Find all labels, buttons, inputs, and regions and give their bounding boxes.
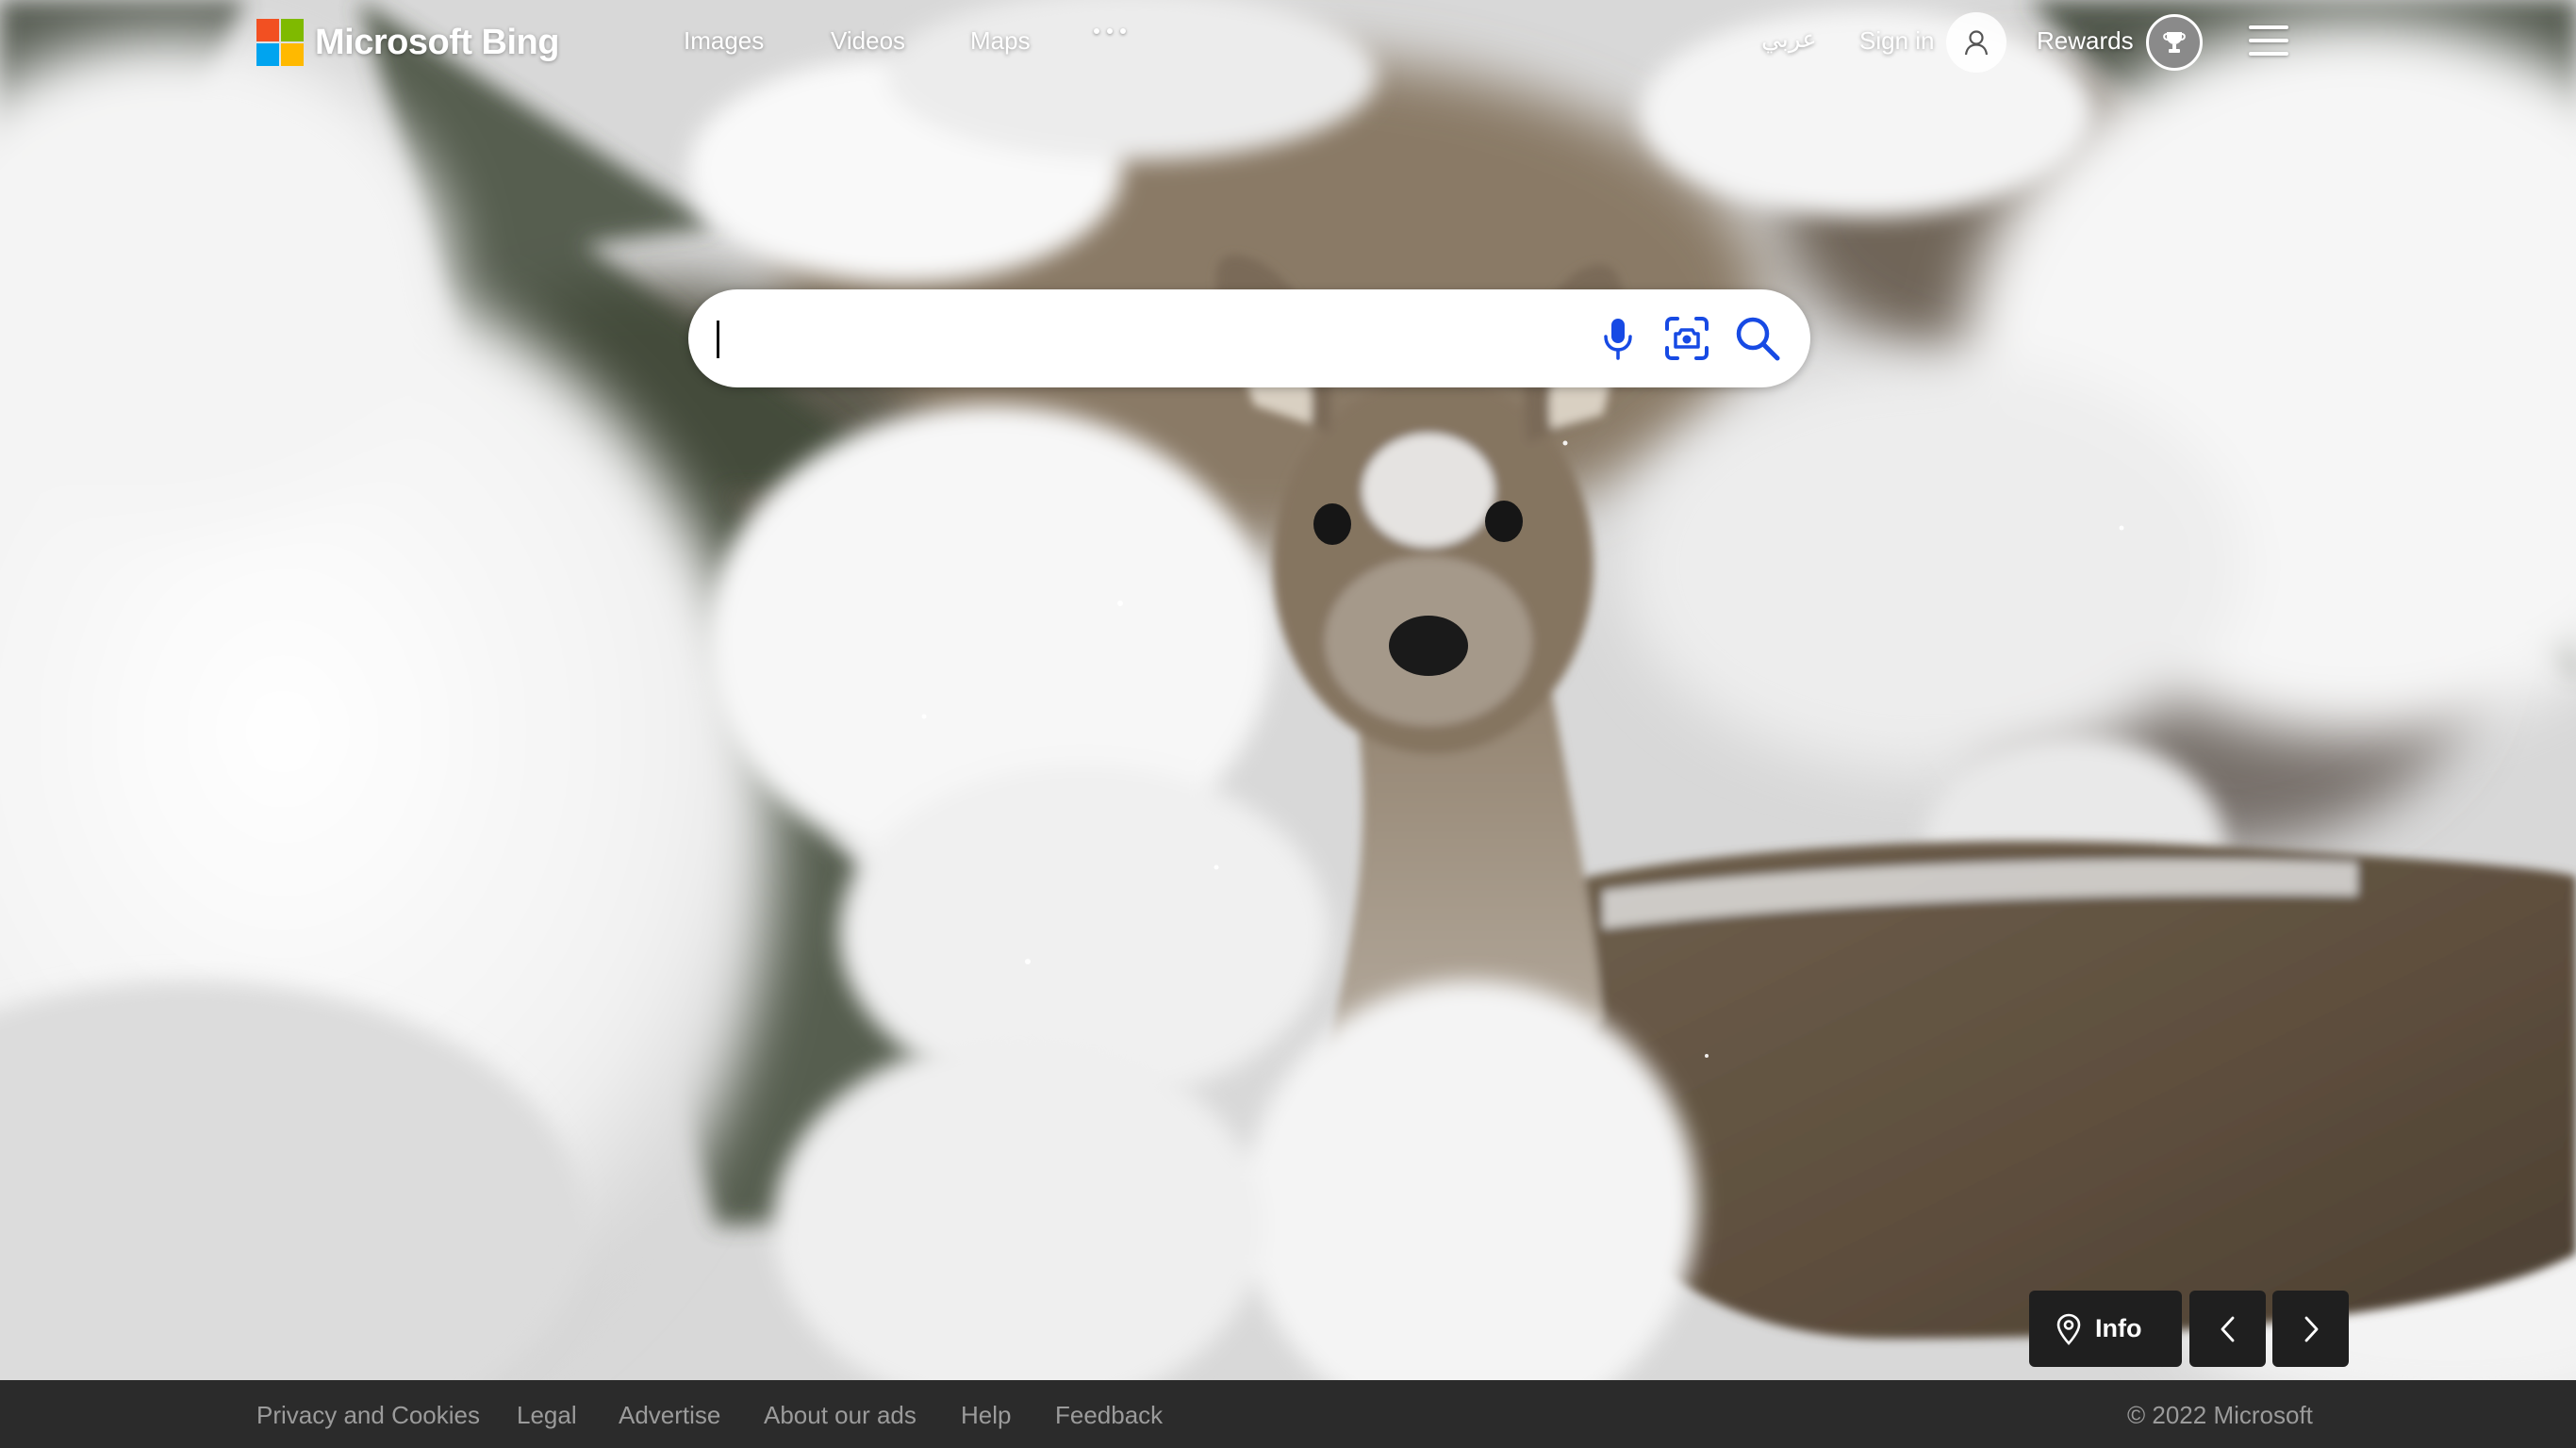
- copyright: © 2022 Microsoft: [2127, 1401, 2313, 1429]
- microsoft-logo-icon: [256, 19, 304, 66]
- nav-maps[interactable]: Maps: [970, 26, 1031, 56]
- microphone-icon[interactable]: [1593, 314, 1643, 363]
- rewards-link[interactable]: Rewards: [2037, 26, 2134, 56]
- avatar[interactable]: [1946, 12, 2006, 73]
- chevron-left-icon: [2221, 1316, 2234, 1341]
- hamburger-menu-icon[interactable]: [2249, 25, 2288, 56]
- person-icon: [1964, 30, 1989, 56]
- dot: [1107, 28, 1113, 34]
- trophy-icon: [2163, 32, 2186, 53]
- location-pin-icon: [2056, 1313, 2081, 1345]
- footer-link-advertise[interactable]: Advertise: [619, 1401, 720, 1430]
- logo-square-red: [256, 19, 279, 41]
- dot: [1120, 28, 1126, 34]
- dot: [1094, 28, 1099, 34]
- previous-image-button[interactable]: [2189, 1291, 2266, 1367]
- menu-line: [2249, 25, 2288, 29]
- more-dots-icon[interactable]: [1094, 28, 1126, 34]
- search-icon[interactable]: [1733, 314, 1782, 363]
- menu-line: [2249, 52, 2288, 56]
- bing-logo[interactable]: Microsoft Bing: [256, 19, 559, 66]
- footer-link-about-ads[interactable]: About our ads: [764, 1401, 916, 1430]
- footer-link-privacy[interactable]: Privacy and Cookies: [256, 1401, 480, 1430]
- logo-square-green: [281, 19, 304, 41]
- next-image-button[interactable]: [2272, 1291, 2349, 1367]
- rewards-badge[interactable]: [2146, 14, 2203, 71]
- header: Microsoft Bing Images Videos Maps عربي S…: [0, 0, 2576, 85]
- footer-link-feedback[interactable]: Feedback: [1055, 1401, 1163, 1430]
- logo-square-yellow: [281, 43, 304, 66]
- logo-square-blue: [256, 43, 279, 66]
- logo-text: Microsoft Bing: [315, 22, 559, 62]
- footer: Privacy and Cookies Legal Advertise Abou…: [0, 1380, 2576, 1448]
- search-bar: [688, 289, 1810, 387]
- nav-images[interactable]: Images: [684, 26, 764, 56]
- visual-search-icon[interactable]: [1662, 314, 1711, 363]
- bing-homepage: Microsoft Bing Images Videos Maps عربي S…: [0, 0, 2576, 1448]
- background-image: [0, 0, 2576, 1380]
- nav-videos[interactable]: Videos: [831, 26, 905, 56]
- sign-in-link[interactable]: Sign in: [1859, 26, 1935, 56]
- info-label: Info: [2095, 1314, 2142, 1342]
- search-input[interactable]: [717, 310, 1597, 369]
- menu-line: [2249, 39, 2288, 42]
- footer-link-help[interactable]: Help: [961, 1401, 1011, 1430]
- footer-link-legal[interactable]: Legal: [517, 1401, 577, 1430]
- chevron-right-icon: [2304, 1316, 2318, 1341]
- text-caret: [717, 321, 719, 358]
- language-link[interactable]: عربي: [1761, 25, 1817, 54]
- info-button[interactable]: Info: [2029, 1291, 2182, 1367]
